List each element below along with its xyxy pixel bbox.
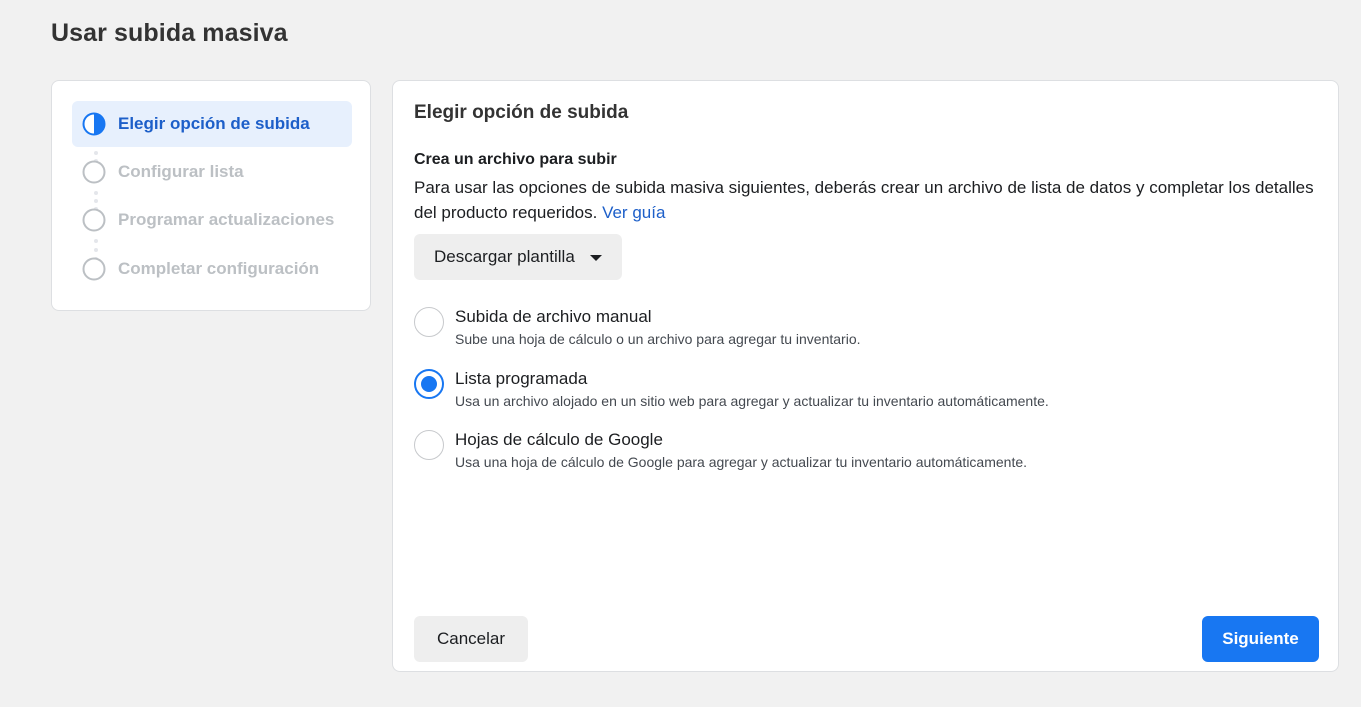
step-label: Elegir opción de subida <box>118 114 310 133</box>
upload-option-panel: Elegir opción de subida Crea un archivo … <box>392 80 1339 672</box>
description-text: Para usar las opciones de subida masiva … <box>414 178 1314 222</box>
radio-button[interactable] <box>414 430 444 460</box>
option-description: Sube una hoja de cálculo o un archivo pa… <box>455 331 861 347</box>
section-description: Para usar las opciones de subida masiva … <box>414 175 1314 225</box>
step-label: Completar configuración <box>118 259 320 278</box>
step-label: Configurar lista <box>118 162 244 181</box>
step-complete-setup[interactable]: Completar configuración <box>72 246 352 292</box>
radio-button-selected[interactable] <box>414 369 444 399</box>
card-title: Elegir opción de subida <box>414 102 629 123</box>
step-schedule-updates[interactable]: Programar actualizaciones <box>72 197 352 243</box>
empty-circle-icon <box>82 208 106 232</box>
download-template-button[interactable]: Descargar plantilla <box>414 234 622 280</box>
caret-down-icon <box>589 255 602 261</box>
next-button[interactable]: Siguiente <box>1202 616 1319 662</box>
step-configure-list[interactable]: Configurar lista <box>72 149 352 195</box>
view-guide-link[interactable]: Ver guía <box>602 203 665 222</box>
radio-button[interactable] <box>414 307 444 337</box>
stepper-panel: Elegir opción de subida Configurar lista… <box>51 80 371 311</box>
section-heading: Crea un archivo para subir <box>414 151 617 168</box>
step-label: Programar actualizaciones <box>118 210 335 229</box>
option-title: Hojas de cálculo de Google <box>455 430 663 449</box>
step-choose-upload-option[interactable]: Elegir opción de subida <box>72 101 352 147</box>
half-filled-circle-icon <box>82 112 106 136</box>
option-scheduled-list[interactable]: Lista programada Usa un archivo alojado … <box>414 368 1049 411</box>
option-title: Subida de archivo manual <box>455 307 652 326</box>
page-title: Usar subida masiva <box>51 19 288 47</box>
cancel-button[interactable]: Cancelar <box>414 616 528 662</box>
option-manual-upload[interactable]: Subida de archivo manual Sube una hoja d… <box>414 306 861 349</box>
download-template-label: Descargar plantilla <box>434 247 575 266</box>
empty-circle-icon <box>82 160 106 184</box>
option-title: Lista programada <box>455 369 588 388</box>
option-description: Usa un archivo alojado en un sitio web p… <box>455 393 1049 409</box>
option-description: Usa una hoja de cálculo de Google para a… <box>455 454 1028 470</box>
option-google-sheets[interactable]: Hojas de cálculo de Google Usa una hoja … <box>414 429 1027 472</box>
empty-circle-icon <box>82 257 106 281</box>
